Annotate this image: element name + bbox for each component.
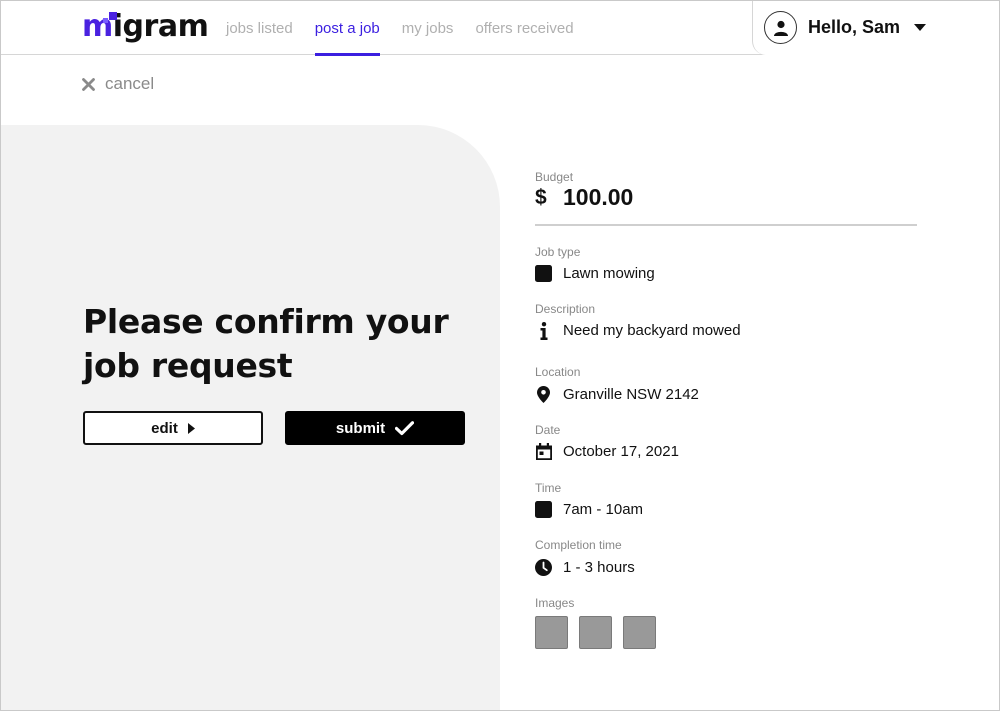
currency-symbol: $ xyxy=(535,186,547,209)
cancel-button[interactable]: cancel xyxy=(82,74,154,94)
images-label: Images xyxy=(535,596,575,610)
budget-field: $ 100.00 xyxy=(535,184,917,226)
user-menu[interactable]: Hello, Sam xyxy=(752,0,1000,55)
close-icon xyxy=(82,77,95,91)
date-value: October 17, 2021 xyxy=(535,443,679,460)
description-label: Description xyxy=(535,302,596,316)
completion-label: Completion time xyxy=(535,538,622,552)
user-icon xyxy=(773,20,788,36)
budget-amount: 100.00 xyxy=(563,184,634,210)
image-thumbnail[interactable] xyxy=(623,616,656,649)
logo-text: igram xyxy=(112,9,209,44)
job-type-value: Lawn mowing xyxy=(535,265,655,282)
play-right-icon xyxy=(187,422,195,434)
completion-text: 1 - 3 hours xyxy=(563,559,635,576)
job-type-label: Job type xyxy=(535,245,581,259)
completion-value: 1 - 3 hours xyxy=(535,559,635,576)
main-nav: jobs listed post a job my jobs offers re… xyxy=(226,0,596,56)
nav-jobs-listed[interactable]: jobs listed xyxy=(226,0,293,55)
confirm-heading: Please confirm your job request xyxy=(83,302,449,385)
submit-label: submit xyxy=(335,419,386,437)
clock-icon xyxy=(535,559,552,576)
top-header: m igram jobs listed post a job my jobs of… xyxy=(0,0,1000,56)
description-value: Need my backyard mowed xyxy=(535,321,741,340)
edit-label: edit xyxy=(151,419,178,437)
check-icon xyxy=(395,420,415,436)
info-icon xyxy=(535,321,552,340)
nav-offers-received[interactable]: offers received xyxy=(475,0,573,55)
square-icon xyxy=(535,501,552,518)
logo-dot xyxy=(109,12,117,20)
image-thumbnail[interactable] xyxy=(579,616,612,649)
calendar-icon xyxy=(535,443,552,460)
job-type-text: Lawn mowing xyxy=(563,265,655,282)
location-value: Granville NSW 2142 xyxy=(535,386,699,403)
nav-my-jobs[interactable]: my jobs xyxy=(402,0,454,55)
user-avatar[interactable] xyxy=(764,11,797,44)
nav-post-a-job[interactable]: post a job xyxy=(314,0,380,56)
date-text: October 17, 2021 xyxy=(563,443,679,460)
square-icon xyxy=(535,265,552,282)
description-text: Need my backyard mowed xyxy=(563,322,741,339)
edit-button[interactable]: edit xyxy=(83,411,263,445)
location-label: Location xyxy=(535,365,581,379)
location-text: Granville NSW 2142 xyxy=(563,386,699,403)
migram-logo[interactable]: m igram xyxy=(82,9,209,45)
time-value: 7am - 10am xyxy=(535,501,643,518)
time-text: 7am - 10am xyxy=(563,501,644,518)
budget-label: Budget xyxy=(535,170,574,184)
submit-button[interactable]: submit xyxy=(285,411,465,445)
date-label: Date xyxy=(535,423,561,437)
image-thumbnails xyxy=(535,616,667,649)
caret-down-icon[interactable] xyxy=(914,23,927,32)
logo-dot-small xyxy=(103,18,108,23)
cancel-label: cancel xyxy=(105,74,155,93)
image-thumbnail[interactable] xyxy=(535,616,568,649)
map-pin-icon xyxy=(535,386,552,403)
time-label: Time xyxy=(535,481,562,495)
user-greeting: Hello, Sam xyxy=(808,17,901,37)
